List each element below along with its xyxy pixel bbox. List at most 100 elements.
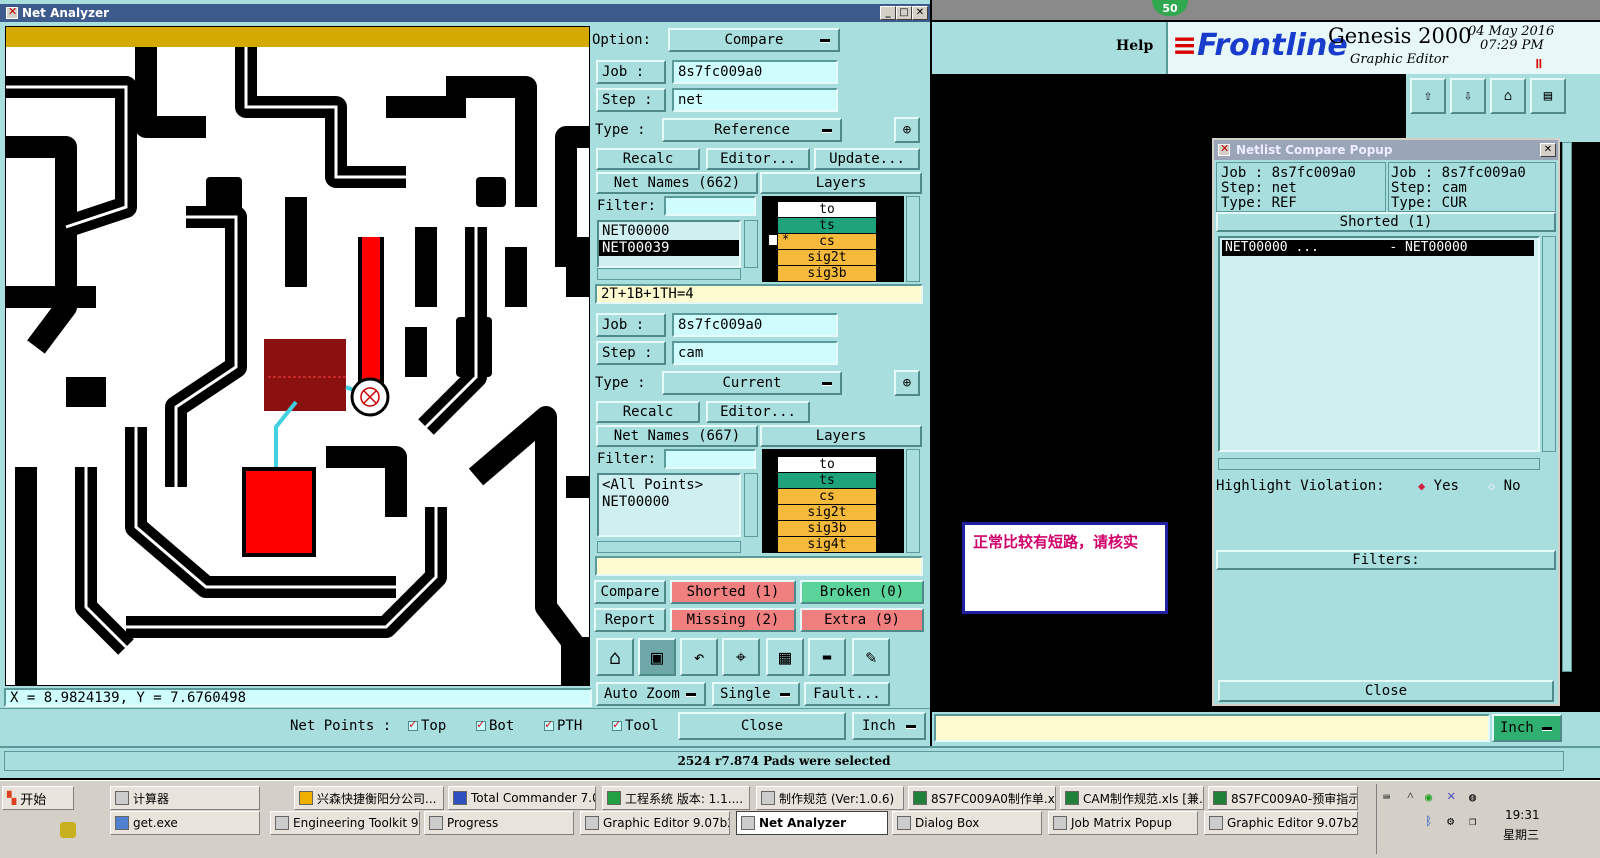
- report-button[interactable]: Report: [594, 608, 666, 632]
- list-item-selected[interactable]: NET00039: [599, 240, 739, 256]
- layer-item-ts[interactable]: ts: [778, 218, 876, 233]
- highlight-yes-radio[interactable]: ◆ Yes: [1418, 478, 1459, 494]
- taskbar-item-calculator[interactable]: 计算器: [110, 786, 260, 810]
- list-item[interactable]: NET00000: [599, 493, 739, 511]
- ref-zoom-icon-button[interactable]: ⊕: [894, 117, 920, 143]
- copy-icon[interactable]: ❐: [1469, 814, 1476, 828]
- close-window-button[interactable]: ✕: [912, 6, 928, 20]
- list-item[interactable]: <All Points>: [599, 475, 739, 493]
- cur-net-list-scrollbar[interactable]: [744, 473, 758, 537]
- popup-shorted-list[interactable]: NET00000 ... - NET00000: [1218, 236, 1540, 452]
- open-icon-button[interactable]: ⇧: [1410, 78, 1446, 114]
- save-icon-button[interactable]: ⇩: [1450, 78, 1486, 114]
- ref-layer-scrollbar[interactable]: [906, 196, 920, 282]
- compare-button[interactable]: Compare: [594, 580, 666, 604]
- settings-icon[interactable]: ⚙: [1447, 814, 1454, 828]
- genesis-command-field[interactable]: [934, 714, 1490, 742]
- layer-check-box[interactable]: [769, 235, 777, 245]
- layer-item-sig3b[interactable]: sig3b: [778, 266, 876, 281]
- genesis-right-scrollbar[interactable]: [1562, 142, 1572, 672]
- net-analyzer-titlebar[interactable]: ✕ Net Analyzer _ □ ✕: [0, 4, 930, 22]
- highlight-no-radio[interactable]: ◇ No: [1488, 478, 1521, 494]
- taskbar-item-excel-1[interactable]: 8S7FC009A0制作单.xl...: [908, 786, 1056, 810]
- minimize-button[interactable]: _: [880, 6, 896, 20]
- volume-icon[interactable]: ◍: [1469, 790, 1476, 804]
- shorted-button[interactable]: Shorted (1): [670, 580, 796, 604]
- ref-net-list[interactable]: NET00000 NET00039: [597, 220, 741, 268]
- graphics-canvas[interactable]: [5, 26, 590, 686]
- taskbar-item-graphic-editor-2[interactable]: Graphic Editor 9.07b2 (0...: [1204, 811, 1358, 835]
- cur-editor-button[interactable]: Editor...: [706, 401, 810, 423]
- undo-icon-button[interactable]: ↶: [680, 638, 718, 676]
- layer-item-ts[interactable]: ts: [778, 473, 876, 488]
- layer-item-sig4t[interactable]: sig4t: [778, 537, 876, 552]
- start-button[interactable]: ▚ 开始: [2, 786, 74, 810]
- popup-titlebar[interactable]: ✕ Netlist Compare Popup ✕: [1214, 140, 1558, 160]
- taskbar-item-excel-2[interactable]: CAM制作规范.xls [兼...: [1060, 786, 1204, 810]
- tool-checkbox[interactable]: Tool: [612, 717, 659, 734]
- option-dropdown[interactable]: Compare: [668, 28, 840, 52]
- ref-type-dropdown[interactable]: Reference: [662, 118, 842, 142]
- bot-checkbox[interactable]: Bot: [476, 717, 514, 734]
- taskbar-item-total-commander[interactable]: Total Commander 7.0 p...: [448, 786, 596, 810]
- top-checkbox[interactable]: Top: [408, 717, 446, 734]
- home-icon-button[interactable]: ⌂: [596, 638, 634, 676]
- layer-item-to[interactable]: to: [778, 202, 876, 217]
- tools-icon-button[interactable]: ✎: [852, 638, 890, 676]
- popup-list-hscroll[interactable]: [1218, 458, 1540, 470]
- cur-job-field[interactable]: 8s7fc009a0: [672, 313, 838, 337]
- layer-item-sig3b[interactable]: sig3b: [778, 521, 876, 536]
- panel-icon-button[interactable]: ▤: [1530, 78, 1566, 114]
- genesis-units-dropdown[interactable]: Inch: [1492, 714, 1562, 742]
- close-x-icon[interactable]: ✕: [1447, 788, 1455, 804]
- cur-layer-scrollbar[interactable]: [906, 449, 920, 553]
- cur-layer-list[interactable]: to ts cs sig2t sig3b sig4t: [762, 449, 904, 553]
- maximize-button[interactable]: □: [896, 6, 912, 20]
- ref-recalc-button[interactable]: Recalc: [596, 148, 700, 170]
- ref-update-button[interactable]: Update...: [814, 148, 920, 170]
- cur-type-dropdown[interactable]: Current: [662, 371, 842, 395]
- ref-step-field[interactable]: net: [672, 88, 838, 112]
- ref-layer-list[interactable]: to ts * cs sig2t sig3b: [762, 196, 904, 282]
- taskbar-item-net-analyzer[interactable]: Net Analyzer: [736, 811, 888, 835]
- auto-zoom-dropdown[interactable]: Auto Zoom: [596, 682, 706, 706]
- ref-net-list-scrollbar[interactable]: [744, 220, 758, 268]
- cur-zoom-icon-button[interactable]: ⊕: [894, 370, 920, 396]
- layer-item-sig2t[interactable]: sig2t: [778, 505, 876, 520]
- extra-button[interactable]: Extra (9): [800, 608, 924, 632]
- layer-item-sig2t[interactable]: sig2t: [778, 250, 876, 265]
- close-button[interactable]: Close: [678, 712, 846, 740]
- taskbar-item-excel-3[interactable]: 8S7FC009A0-预审指示...: [1208, 786, 1358, 810]
- taskbar-item-engineering-toolkit[interactable]: Engineering Toolkit 9.07...: [270, 811, 420, 835]
- cur-recalc-button[interactable]: Recalc: [596, 401, 700, 423]
- bluetooth-icon[interactable]: ᛒ: [1425, 814, 1432, 828]
- taskbar-item-graphic-editor-1[interactable]: Graphic Editor 9.07b2 (0...: [580, 811, 730, 835]
- ref-job-field[interactable]: 8s7fc009a0: [672, 60, 838, 84]
- taskbar-item-job-matrix[interactable]: Job Matrix Popup: [1048, 811, 1198, 835]
- quicklaunch-icon[interactable]: [60, 822, 76, 838]
- keyboard-icon[interactable]: ⌨: [1383, 790, 1390, 804]
- net-route-icon-button[interactable]: ⌖: [722, 638, 760, 676]
- layer-item-to[interactable]: to: [778, 457, 876, 472]
- taskbar-item-spec[interactable]: 制作规范 (Ver:1.0.6): [756, 786, 904, 810]
- fit-icon-button[interactable]: ▣: [638, 638, 676, 676]
- grid-icon-button[interactable]: ▦: [766, 638, 804, 676]
- single-dropdown[interactable]: Single: [712, 682, 800, 706]
- cur-net-list[interactable]: <All Points> NET00000: [597, 473, 741, 537]
- layer-item-cs[interactable]: cs: [778, 234, 876, 249]
- ref-net-list-hscroll[interactable]: [597, 268, 741, 280]
- broken-button[interactable]: Broken (0): [800, 580, 924, 604]
- taskbar-item-progress[interactable]: Progress: [424, 811, 574, 835]
- pth-checkbox[interactable]: PTH: [544, 717, 582, 734]
- ref-editor-button[interactable]: Editor...: [706, 148, 810, 170]
- fault-button[interactable]: Fault...: [804, 682, 890, 706]
- taskbar-item-engineering-system[interactable]: 工程系统 版本: 1.1....: [602, 786, 750, 810]
- popup-close-icon-button[interactable]: ✕: [1540, 143, 1556, 157]
- popup-list-vscroll[interactable]: [1542, 236, 1556, 452]
- home-toolbar-button[interactable]: ⌂: [1490, 78, 1526, 114]
- ref-filter-input[interactable]: [664, 196, 756, 216]
- list-item[interactable]: NET00000: [599, 222, 739, 240]
- ruler-icon-button[interactable]: ▬: [808, 638, 846, 676]
- cur-net-list-hscroll[interactable]: [597, 541, 741, 553]
- taskbar-item-get-exe[interactable]: get.exe: [110, 811, 260, 835]
